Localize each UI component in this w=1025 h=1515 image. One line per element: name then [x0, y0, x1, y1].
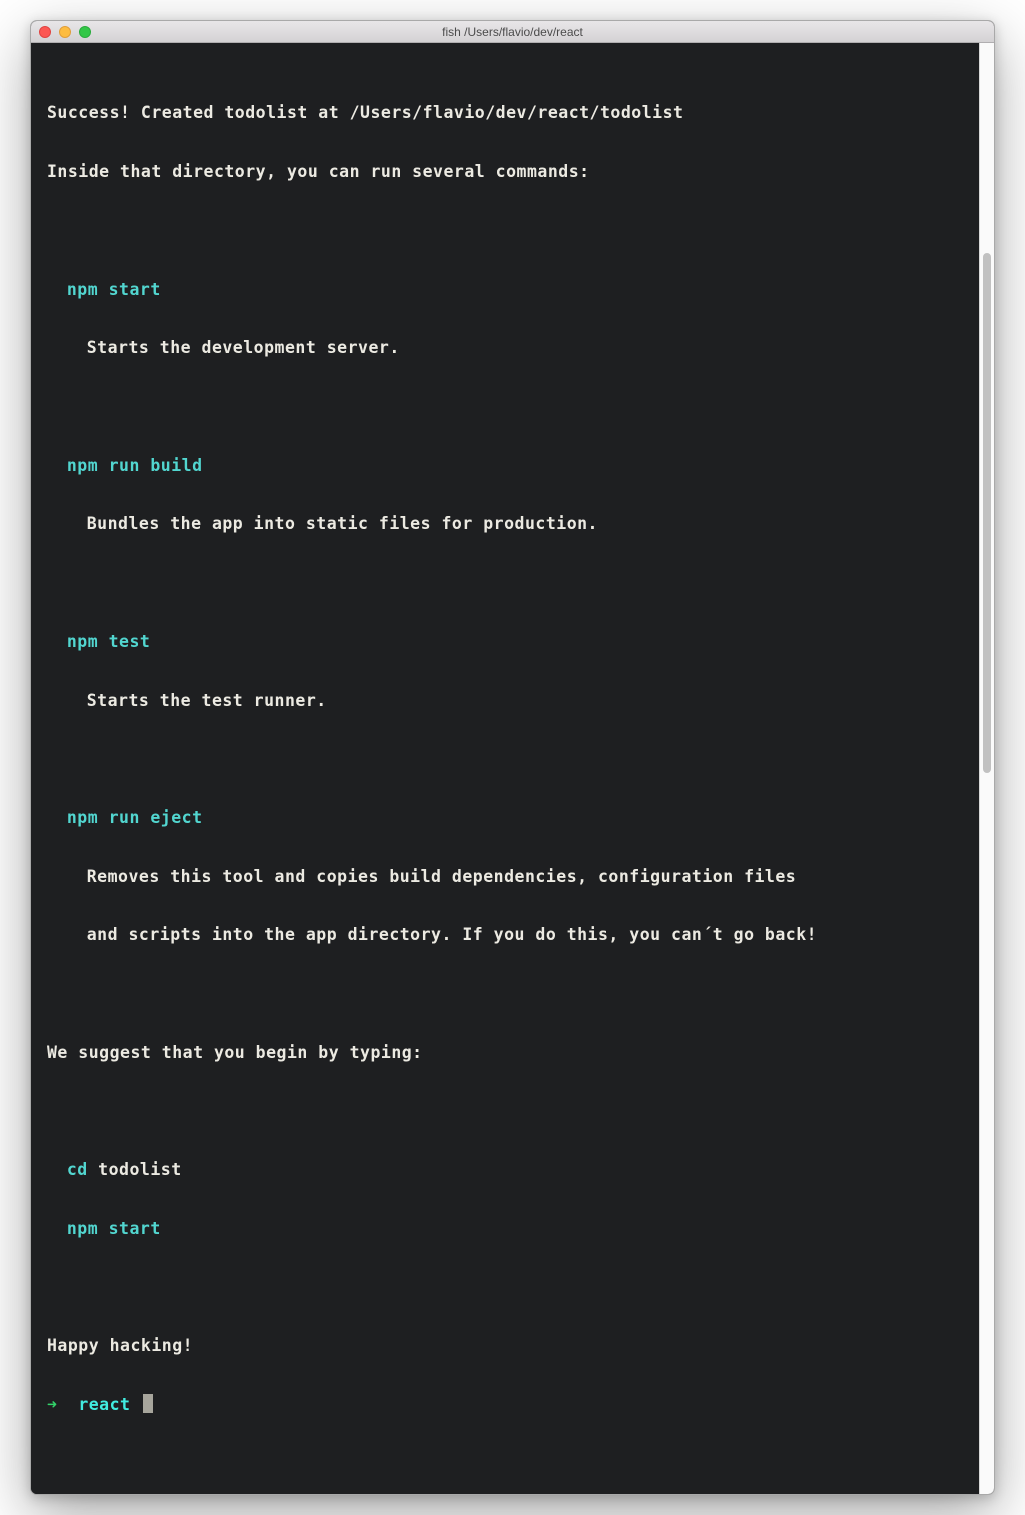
blank-line: [47, 744, 963, 773]
blank-line: [47, 1097, 963, 1126]
blank-line: [47, 1273, 963, 1302]
output-line: Happy hacking!: [47, 1331, 963, 1360]
terminal-window: fish /Users/flavio/dev/react Success! Cr…: [30, 20, 995, 1495]
scrollbar-thumb[interactable]: [983, 253, 991, 773]
command-label: npm test: [47, 627, 963, 656]
output-line: Inside that directory, you can run sever…: [47, 157, 963, 186]
output-line: Success! Created todolist at /Users/flav…: [47, 98, 963, 127]
scrollbar-track[interactable]: [979, 43, 994, 1494]
cd-command: cd: [67, 1160, 88, 1179]
command-desc: Starts the development server.: [47, 333, 963, 362]
blank-line: [47, 568, 963, 597]
window-title: fish /Users/flavio/dev/react: [31, 25, 994, 39]
prompt-arrow-icon: ➜: [47, 1395, 57, 1414]
command-desc: Removes this tool and copies build depen…: [47, 862, 963, 891]
suggest-start: npm start: [47, 1214, 963, 1243]
command-desc: Bundles the app into static files for pr…: [47, 509, 963, 538]
titlebar: fish /Users/flavio/dev/react: [31, 21, 994, 43]
terminal-body[interactable]: Success! Created todolist at /Users/flav…: [31, 43, 979, 1494]
blank-line: [47, 979, 963, 1008]
cd-arg: todolist: [98, 1160, 181, 1179]
traffic-lights: [39, 26, 91, 38]
command-label: npm start: [47, 275, 963, 304]
output-line: We suggest that you begin by typing:: [47, 1038, 963, 1067]
blank-line: [47, 392, 963, 421]
suggest-cd: cd todolist: [47, 1155, 963, 1184]
close-icon[interactable]: [39, 26, 51, 38]
command-desc: and scripts into the app directory. If y…: [47, 920, 963, 949]
command-desc: Starts the test runner.: [47, 686, 963, 715]
prompt-dir: react: [78, 1395, 130, 1414]
blank-line: [47, 216, 963, 245]
command-label: npm run eject: [47, 803, 963, 832]
command-label: npm run build: [47, 451, 963, 480]
prompt-line[interactable]: ➜ react: [47, 1390, 963, 1419]
cursor-icon: [143, 1394, 153, 1413]
maximize-icon[interactable]: [79, 26, 91, 38]
minimize-icon[interactable]: [59, 26, 71, 38]
